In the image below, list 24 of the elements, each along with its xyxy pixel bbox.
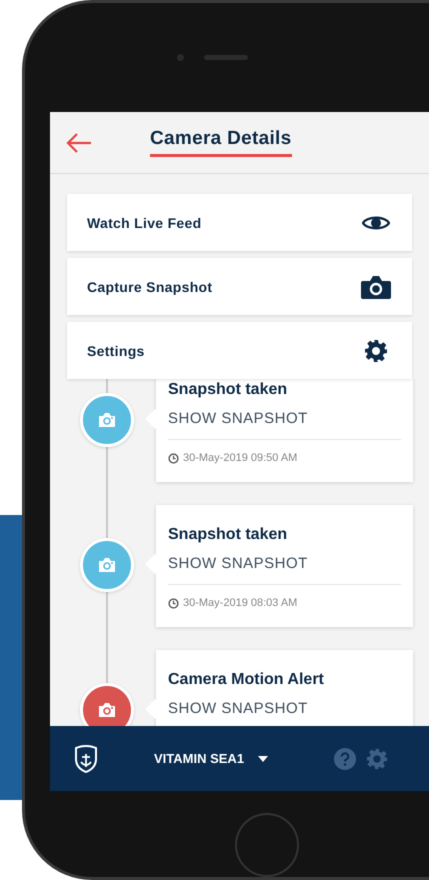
event-title: Snapshot taken	[168, 381, 288, 400]
clock-icon	[168, 598, 179, 609]
settings-icon[interactable]	[366, 748, 388, 770]
show-snapshot-link[interactable]: SHOW SNAPSHOT	[168, 700, 308, 718]
caret-icon	[258, 756, 268, 762]
show-snapshot-link[interactable]: SHOW SNAPSHOT	[168, 555, 308, 572]
shield-anchor-logo-icon	[74, 744, 98, 773]
menu-item[interactable]: Capture Snapshot	[67, 258, 412, 316]
help-icon[interactable]	[334, 748, 356, 770]
back-arrow-icon[interactable]	[66, 132, 92, 154]
event-timestamp: 30-May-2019 09:50 AM	[183, 452, 298, 464]
show-snapshot-link[interactable]: SHOW SNAPSHOT	[168, 410, 308, 428]
event-title: Snapshot taken	[168, 526, 288, 544]
event-title: Camera Motion Alert	[168, 671, 325, 690]
settings-icon	[364, 338, 388, 363]
camera-icon	[361, 274, 391, 299]
eye-icon	[362, 214, 390, 232]
screen-title: Camera Details	[150, 128, 292, 158]
clock-icon	[168, 452, 179, 464]
vessel-selector[interactable]: VITAMIN SEA1	[154, 751, 268, 766]
speaker-grille	[204, 55, 248, 60]
menu-item[interactable]: Settings	[67, 322, 412, 380]
menu-item[interactable]: Watch Live Feed	[67, 194, 412, 252]
event-timestamp: 30-May-2019 08:03 AM	[183, 597, 298, 610]
